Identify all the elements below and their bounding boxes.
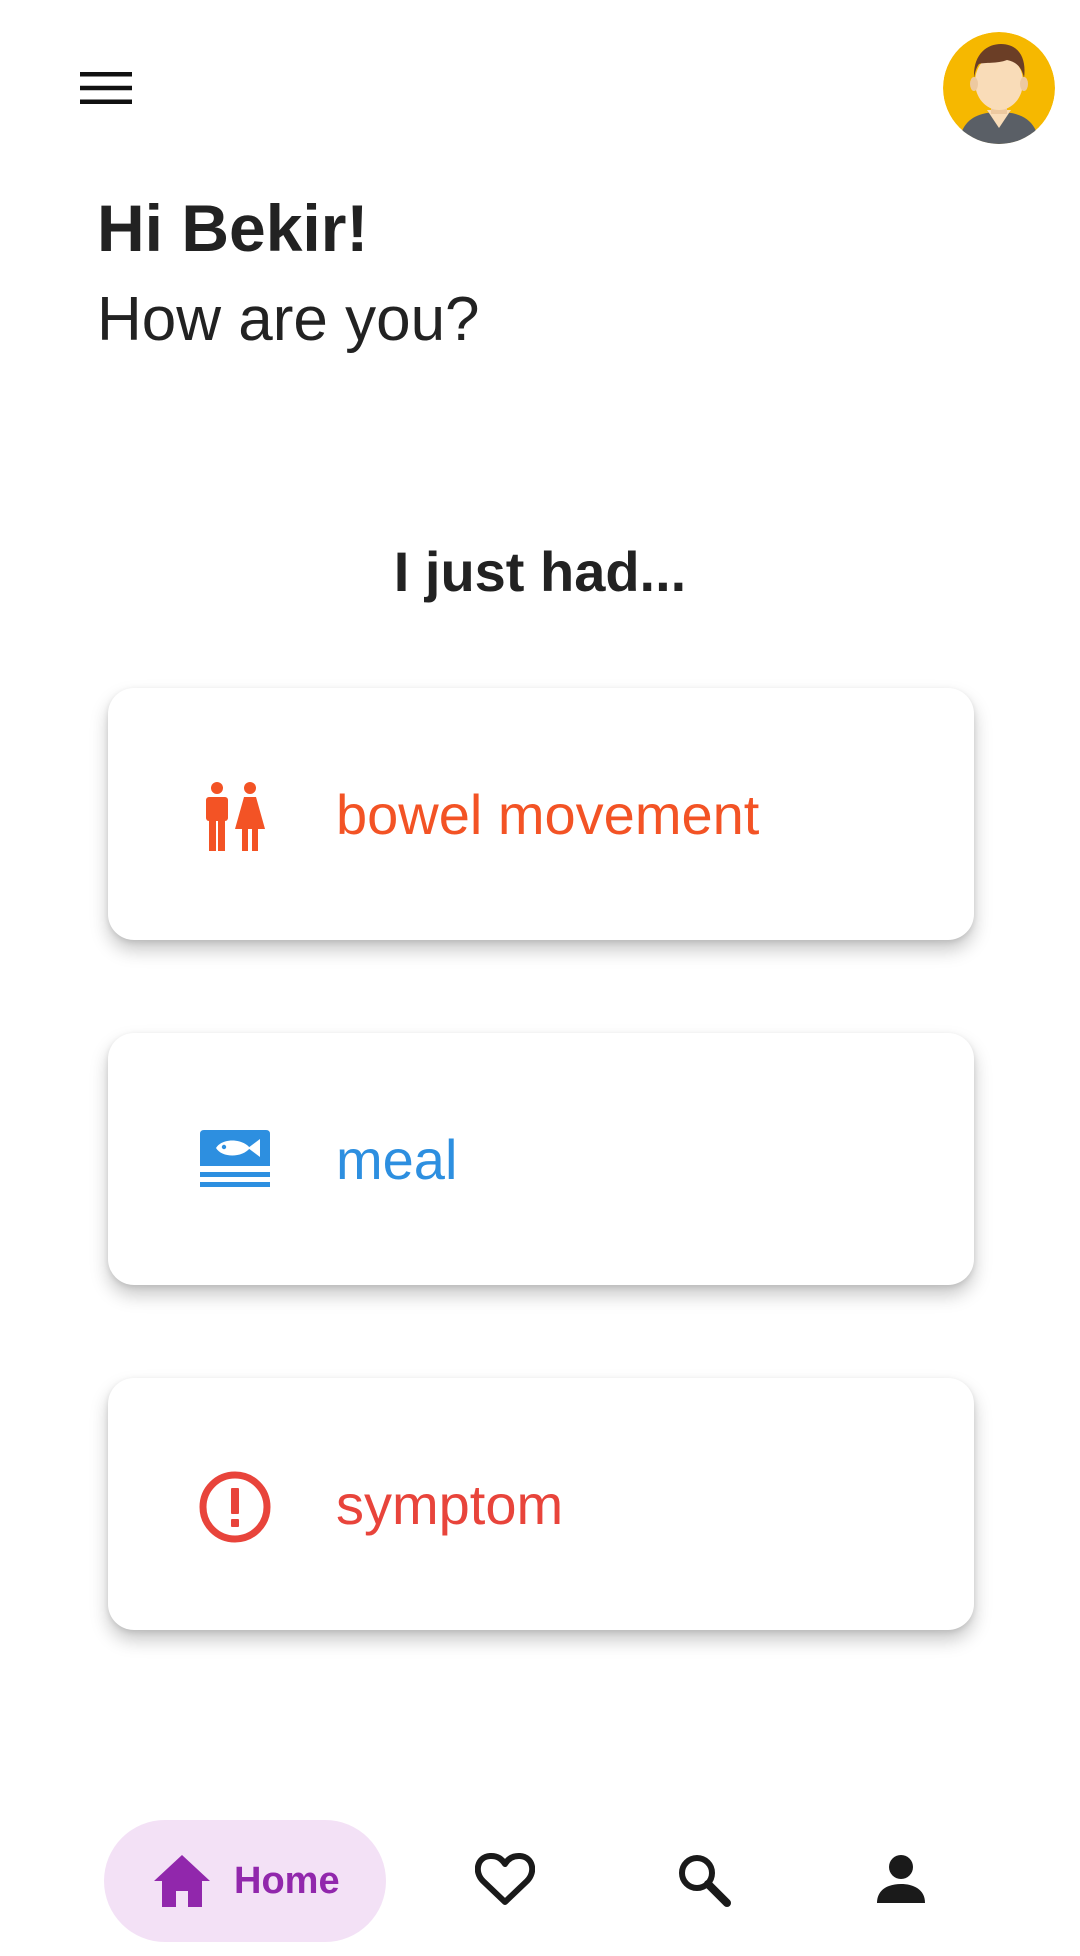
meal-label: meal <box>336 1127 458 1191</box>
menu-icon <box>80 70 132 111</box>
symptom-label: symptom <box>336 1472 564 1536</box>
restroom-icon <box>198 780 272 854</box>
meal-card[interactable]: meal <box>108 1033 974 1285</box>
alert-circle-icon <box>198 1470 272 1544</box>
symptom-card[interactable]: symptom <box>108 1378 974 1630</box>
meal-icon <box>198 1125 272 1199</box>
nav-home-label: Home <box>234 1859 340 1902</box>
section-title: I just had... <box>393 540 687 603</box>
heart-icon <box>474 1851 536 1912</box>
nav-profile[interactable] <box>868 1848 934 1914</box>
avatar-icon <box>943 32 1055 144</box>
bowel-movement-label: bowel movement <box>336 782 760 846</box>
bowel-movement-card[interactable]: bowel movement <box>108 688 974 940</box>
search-icon <box>675 1851 731 1912</box>
nav-favorites[interactable] <box>472 1848 538 1914</box>
person-icon <box>875 1853 927 1910</box>
greeting-title: Hi Bekir! <box>97 191 369 265</box>
menu-button[interactable] <box>66 60 146 120</box>
avatar[interactable] <box>943 32 1055 144</box>
home-icon <box>150 1849 214 1913</box>
greeting-subtitle: How are you? <box>97 285 480 354</box>
bottom-navigation: Home <box>0 1810 1080 1956</box>
nav-home[interactable]: Home <box>104 1820 386 1942</box>
nav-search[interactable] <box>670 1848 736 1914</box>
